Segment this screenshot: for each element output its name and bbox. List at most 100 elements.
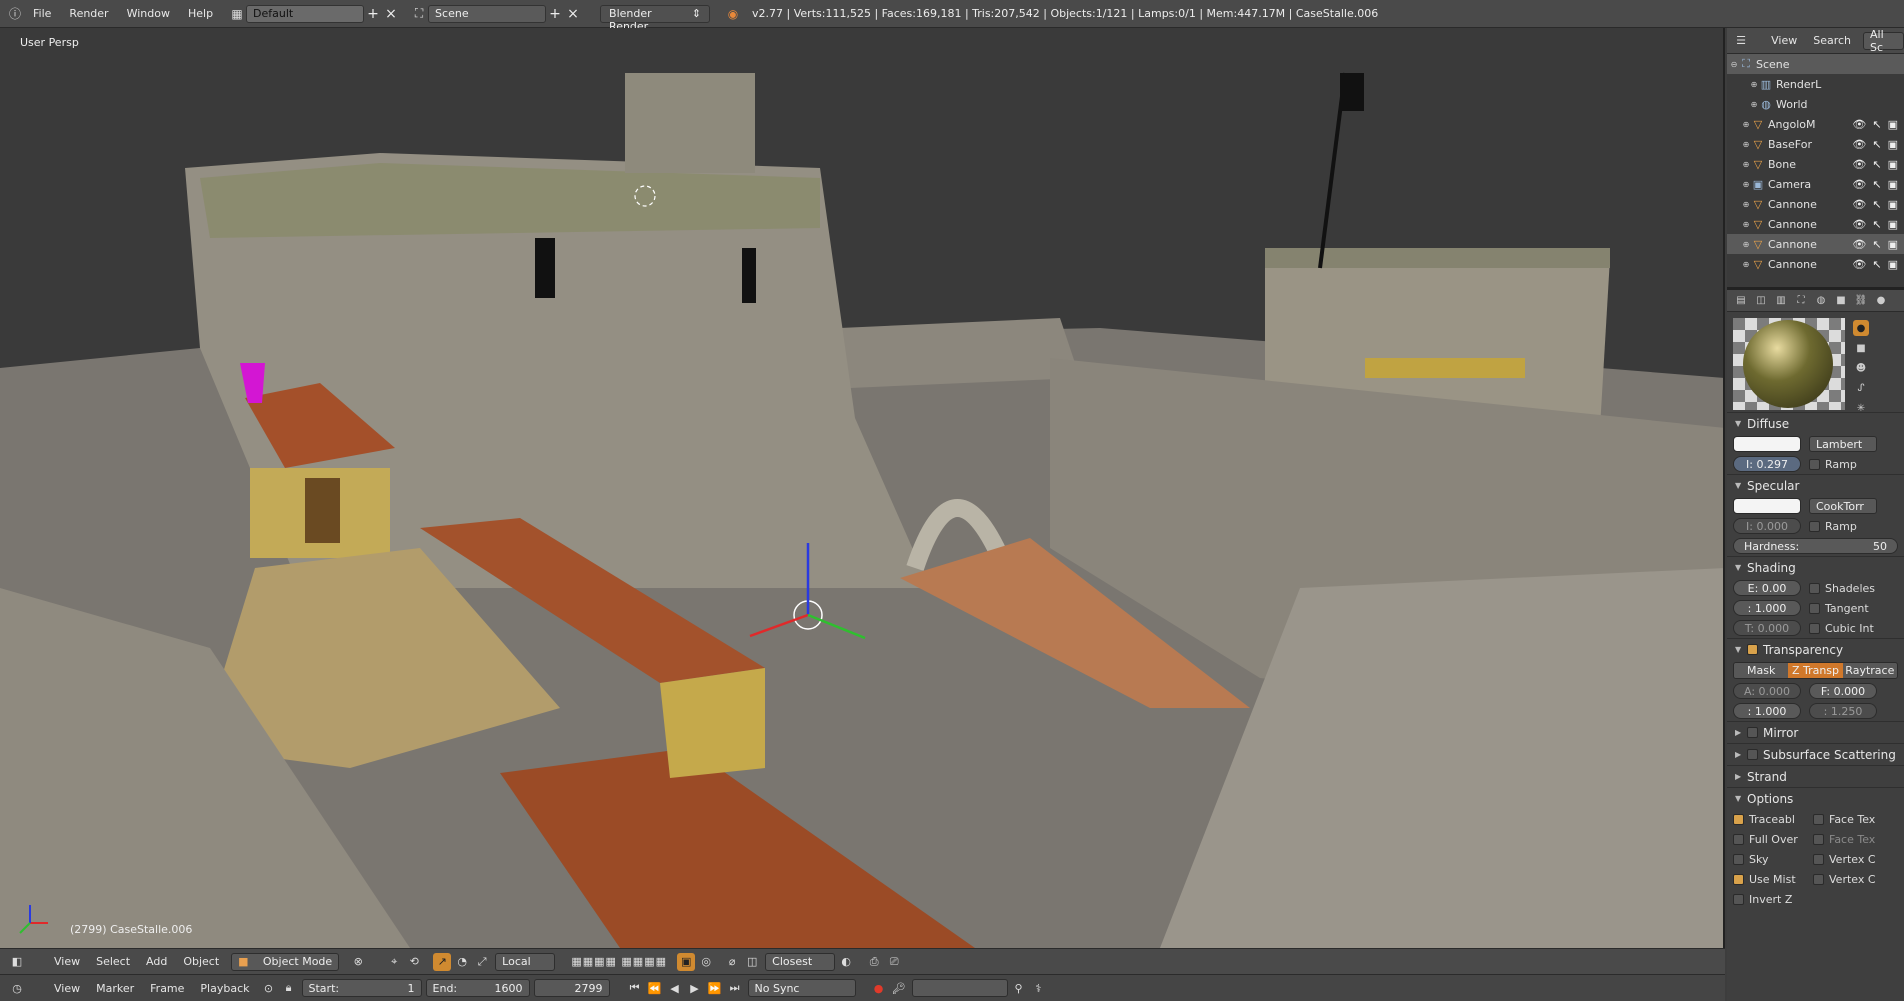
add-scene-button[interactable]: + <box>546 6 564 22</box>
diffuse-shader-dropdown[interactable]: Lambert <box>1809 436 1877 452</box>
face-texture-alpha-checkbox[interactable]: Face Tex <box>1813 833 1875 846</box>
menu-view[interactable]: View <box>46 955 88 968</box>
sync-dropdown[interactable]: No Sync <box>747 979 856 997</box>
outliner-item[interactable]: ⊕ ▽ BaseFor 👁︎ ↖ ▣ <box>1727 134 1904 154</box>
outliner-item[interactable]: ⊕ ▽ Cannone 👁︎ ↖ ▣ <box>1727 234 1904 254</box>
constraints-tab-icon[interactable]: ⛓ <box>1853 293 1869 309</box>
renderability-camera-icon[interactable]: ▣ <box>1888 198 1898 211</box>
pivot-icon[interactable]: ⌖ <box>385 953 403 971</box>
hardness-slider[interactable]: Hardness: 50 <box>1733 538 1898 554</box>
render-engine-dropdown[interactable]: Blender Render ⇕ <box>600 4 711 33</box>
jump-start-icon[interactable]: ⏮ <box>626 979 644 997</box>
expand-toggle-icon[interactable]: ⊕ <box>1749 80 1759 89</box>
selectability-cursor-icon[interactable]: ↖ <box>1872 238 1881 251</box>
outliner-item[interactable]: ⊕ ◍ World <box>1727 94 1904 114</box>
object-tab-icon[interactable]: ■ <box>1833 293 1849 309</box>
selectability-cursor-icon[interactable]: ↖ <box>1872 258 1881 271</box>
diffuse-color-swatch[interactable] <box>1733 436 1801 452</box>
renderability-camera-icon[interactable]: ▣ <box>1888 238 1898 251</box>
menu-add[interactable]: Add <box>138 955 175 968</box>
sky-checkbox[interactable]: Sky <box>1733 853 1799 866</box>
translate-icon[interactable]: ↗ <box>433 952 452 971</box>
sss-panel-header[interactable]: ▶ Subsurface Scattering <box>1727 743 1904 765</box>
menu-render[interactable]: Render <box>60 7 117 20</box>
specular-shader-dropdown[interactable]: CookTorr <box>1809 498 1877 514</box>
menu-window[interactable]: Window <box>118 7 179 20</box>
renderability-camera-icon[interactable]: ▣ <box>1888 118 1898 131</box>
visibility-eye-icon[interactable]: 👁︎ <box>1852 198 1866 211</box>
outliner-item[interactable]: ⊕ ▽ Cannone 👁︎ ↖ ▣ <box>1727 194 1904 214</box>
layout-field[interactable]: Default <box>246 4 365 23</box>
invert-z-checkbox[interactable]: Invert Z <box>1733 893 1792 906</box>
expand-toggle-icon[interactable]: ⊕ <box>1741 200 1751 209</box>
menu-object[interactable]: Object <box>175 955 227 968</box>
layers-icon[interactable]: ▦▦▦▦ ▦▦▦▦ <box>569 953 669 971</box>
opengl-anim-icon[interactable]: ⎚ <box>885 953 903 971</box>
specular-ramp-checkbox[interactable]: Ramp <box>1809 520 1857 533</box>
outliner-item[interactable]: ⊕ ▽ Cannone 👁︎ ↖ ▣ <box>1727 214 1904 234</box>
snap-target-dropdown[interactable]: Closest <box>765 952 836 971</box>
jump-end-icon[interactable]: ⏭ <box>726 979 744 997</box>
translucency-field[interactable]: T: 0.000 <box>1733 620 1801 636</box>
blend-field[interactable]: : 1.250 <box>1809 703 1877 719</box>
keying-set-field[interactable] <box>911 979 1008 997</box>
selectability-cursor-icon[interactable]: ↖ <box>1872 138 1881 151</box>
lock-layer-icon[interactable]: ▣ <box>677 952 696 971</box>
play-reverse-icon[interactable]: ◀ <box>666 979 684 997</box>
face-texture-checkbox[interactable]: Face Tex <box>1813 813 1875 826</box>
mirror-panel-header[interactable]: ▶ Mirror <box>1727 721 1904 743</box>
outliner-editor-icon[interactable]: ☰ <box>1733 32 1749 50</box>
scene-tab-icon[interactable]: ⛶ <box>1793 293 1809 309</box>
shading-panel-header[interactable]: ▼ Shading <box>1727 556 1904 578</box>
shadeless-checkbox[interactable]: Shadeles <box>1809 582 1875 595</box>
preview-sky-icon[interactable]: ✳ <box>1853 400 1869 416</box>
properties-editor-icon[interactable]: ▤ <box>1733 293 1749 309</box>
outliner-item[interactable]: ⊕ ▽ Cannone 👁︎ ↖ ▣ <box>1727 254 1904 274</box>
mode-dropdown[interactable]: ■ Object Mode <box>231 952 340 971</box>
fresnel-field[interactable]: F: 0.000 <box>1809 683 1877 699</box>
info-editor-icon[interactable]: ⓘ <box>6 6 24 22</box>
transparency-panel-header[interactable]: ▼ Transparency <box>1727 638 1904 660</box>
outliner-display-dropdown[interactable]: All Sc <box>1863 28 1904 54</box>
specular-intensity-field[interactable]: I: 0.000 <box>1733 518 1801 534</box>
lock-icon[interactable]: 🔒︎ <box>280 979 298 997</box>
specular-color-swatch[interactable] <box>1733 498 1801 514</box>
mode-mask-button[interactable]: Mask <box>1734 663 1789 678</box>
renderability-camera-icon[interactable]: ▣ <box>1888 218 1898 231</box>
selectability-cursor-icon[interactable]: ↖ <box>1872 198 1881 211</box>
spec-transp-field[interactable]: : 1.000 <box>1733 703 1801 719</box>
keying-set-icon[interactable]: 🔑︎ <box>890 979 908 997</box>
scale-icon[interactable]: ⤢ <box>473 953 491 971</box>
renderability-camera-icon[interactable]: ▣ <box>1888 178 1898 191</box>
insert-keyframe-icon[interactable]: ⚲ <box>1010 979 1028 997</box>
visibility-eye-icon[interactable]: 👁︎ <box>1852 258 1866 271</box>
prev-keyframe-icon[interactable]: ⏪ <box>646 979 664 997</box>
use-mist-checkbox[interactable]: Use Mist <box>1733 873 1799 886</box>
outliner-item[interactable]: ⊕ ▽ Bone 👁︎ ↖ ▣ <box>1727 154 1904 174</box>
menu-file[interactable]: File <box>24 7 60 20</box>
mode-raytrace-button[interactable]: Raytrace <box>1842 663 1897 678</box>
preview-cube-icon[interactable]: ■ <box>1853 340 1869 356</box>
menu-marker[interactable]: Marker <box>88 982 142 995</box>
proportional-edit-icon[interactable]: ◐ <box>837 953 855 971</box>
renderability-camera-icon[interactable]: ▣ <box>1888 158 1898 171</box>
scene-icon[interactable]: ⛶ <box>410 6 428 22</box>
preview-sphere-icon[interactable]: ● <box>1853 320 1869 336</box>
vertex-color-light-checkbox[interactable]: Vertex C <box>1813 873 1876 886</box>
scene-field[interactable]: Scene <box>428 4 547 23</box>
selectability-cursor-icon[interactable]: ↖ <box>1872 158 1881 171</box>
visibility-eye-icon[interactable]: 👁︎ <box>1852 178 1866 191</box>
visibility-eye-icon[interactable]: 👁︎ <box>1852 138 1866 151</box>
menu-playback[interactable]: Playback <box>192 982 257 995</box>
delete-scene-button[interactable]: × <box>564 6 582 22</box>
outliner-item[interactable]: ⊖ ⛶ Scene <box>1727 54 1904 74</box>
selectability-cursor-icon[interactable]: ↖ <box>1872 178 1881 191</box>
full-oversampling-checkbox[interactable]: Full Over <box>1733 833 1799 846</box>
viewport-shading-icon[interactable]: ⊗ <box>349 953 367 971</box>
expand-toggle-icon[interactable]: ⊕ <box>1741 140 1751 149</box>
renderability-camera-icon[interactable]: ▣ <box>1888 258 1898 271</box>
tangent-checkbox[interactable]: Tangent <box>1809 602 1869 615</box>
options-panel-header[interactable]: ▼ Options <box>1727 787 1904 809</box>
manipulator-icon[interactable]: ⟲ <box>405 953 423 971</box>
delete-keyframe-icon[interactable]: ⚕ <box>1030 979 1048 997</box>
